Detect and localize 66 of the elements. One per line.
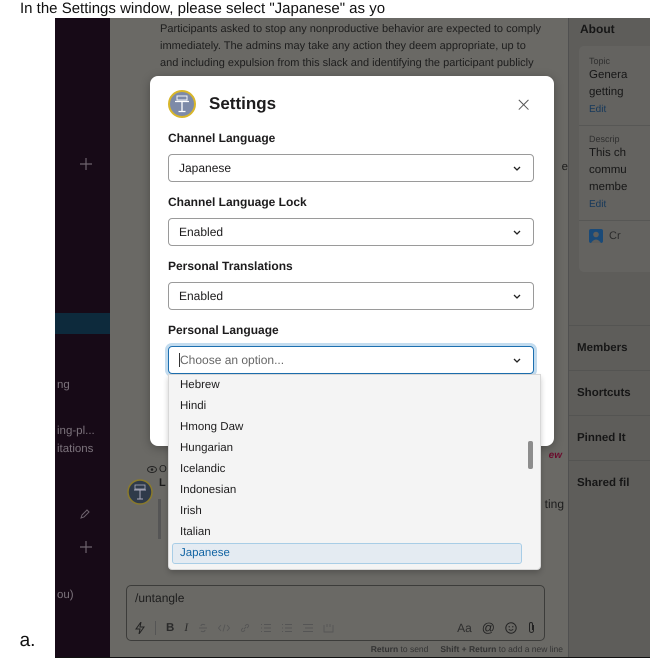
caption-text: In the Settings window, please select "Japanese" as yo <box>19 0 386 18</box>
sidebar-item[interactable]: ng <box>57 379 70 391</box>
option-item[interactable]: Irish <box>172 501 522 522</box>
plus-icon[interactable] <box>80 158 92 170</box>
smiley-icon[interactable] <box>505 622 517 634</box>
topic-text: Genera <box>589 68 628 83</box>
field-label: Channel Language Lock <box>168 195 308 209</box>
message-text-fragment: ting <box>544 497 564 511</box>
panel-section[interactable]: Pinned It <box>569 415 650 460</box>
field-label: Personal Language <box>168 323 280 337</box>
creator-text: Cr <box>609 230 621 242</box>
description-text: commu <box>589 163 627 178</box>
option-item[interactable]: Hungarian <box>172 438 522 459</box>
option-item[interactable]: Icelandic <box>172 459 522 480</box>
sidebar-item[interactable]: ou) <box>57 589 74 601</box>
app-logo-icon <box>127 479 153 505</box>
dropdown-field[interactable]: Enabled <box>168 282 534 310</box>
description-text: membe <box>589 180 628 195</box>
option-item[interactable]: Japanese <box>172 543 522 564</box>
option-item[interactable]: Indonesian <box>172 480 522 501</box>
field-label: Personal Translations <box>168 259 294 273</box>
app-logo-icon <box>168 90 196 118</box>
sidebar-item[interactable]: ing-pl... <box>57 425 95 437</box>
plus-icon[interactable] <box>80 541 92 553</box>
dialog-title: Settings <box>209 94 276 114</box>
paragraph-line: immediately. The admins may take any action they deem appropriate, up to <box>160 39 527 54</box>
eye-icon <box>147 466 157 473</box>
paragraph-line: Participants asked to stop any nonproductive behavior are expected to comply <box>160 22 542 37</box>
sidebar-item[interactable]: itations <box>57 443 94 455</box>
mention-button[interactable]: @ <box>482 620 495 635</box>
message-text-fragment: e <box>562 160 568 174</box>
figure-label: a. <box>20 630 36 652</box>
chevron-down-icon <box>513 230 521 234</box>
option-item[interactable]: Hmong Daw <box>172 417 522 438</box>
lightning-icon[interactable] <box>135 622 145 634</box>
panel-title: About <box>579 21 616 36</box>
option-item[interactable]: Hebrew <box>172 375 522 396</box>
visibility-note: O <box>159 464 167 475</box>
field-label: Channel Language <box>168 131 276 145</box>
scrollbar-thumb[interactable] <box>528 441 533 469</box>
dropdown-field[interactable]: Choose an option... <box>168 346 534 374</box>
option-item[interactable]: Italian <box>172 522 522 543</box>
new-messages-marker: ew <box>548 450 562 462</box>
panel-section[interactable]: Shortcuts <box>569 370 650 415</box>
pencil-icon[interactable] <box>80 509 90 519</box>
user-icon <box>589 229 603 243</box>
panel-section[interactable]: Shared fil <box>569 460 650 505</box>
paperclip-icon[interactable] <box>527 621 536 634</box>
description-text: This ch <box>589 146 626 161</box>
dropdown-field[interactable]: Enabled <box>168 218 534 246</box>
chevron-down-icon <box>513 358 521 362</box>
chevron-down-icon <box>513 294 521 298</box>
chevron-down-icon <box>513 166 521 170</box>
topic-text: getting <box>589 85 624 100</box>
close-button[interactable]: × <box>513 92 534 116</box>
dropdown-field[interactable]: Japanese <box>168 154 534 182</box>
message-author: L <box>159 477 166 489</box>
panel-section[interactable]: Members <box>569 325 650 370</box>
paragraph-line: and including expulsion from this slack and identifying the participant publicly <box>160 56 535 71</box>
message-input-text: /untangle <box>135 591 184 605</box>
option-item[interactable]: Hindi <box>172 396 522 417</box>
selected-item-highlight <box>55 313 110 334</box>
message-composer[interactable]: /untangle B I Aa @ <box>126 585 545 641</box>
italic-button[interactable]: I <box>184 622 188 634</box>
bold-button[interactable]: B <box>166 622 174 634</box>
formatting-toggle[interactable]: Aa <box>457 620 472 634</box>
